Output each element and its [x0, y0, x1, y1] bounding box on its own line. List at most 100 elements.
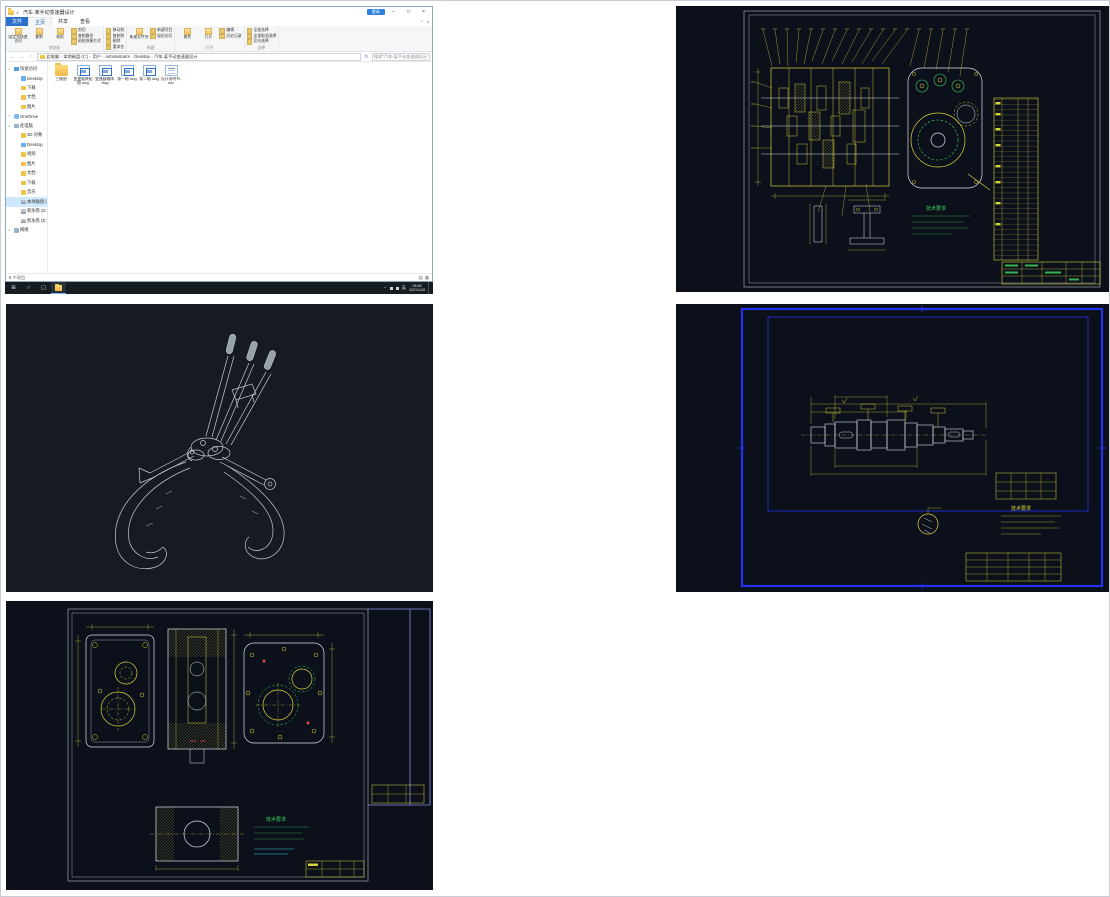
- up-button[interactable]: ↑: [27, 54, 35, 60]
- refresh-icon[interactable]: ↻: [363, 54, 371, 60]
- thumbnails-view-icon[interactable]: ▦: [425, 275, 429, 281]
- desktop-icon: [21, 143, 26, 148]
- search-box: [372, 53, 430, 61]
- close-button[interactable]: ×: [417, 9, 430, 15]
- file-item[interactable]: 三维图: [51, 65, 72, 86]
- sidebar-item[interactable]: Desktop: [6, 74, 47, 84]
- ribbon-tab[interactable]: 查看: [74, 17, 96, 26]
- breadcrumb-segment[interactable]: Desktop: [134, 54, 149, 59]
- sidebar-item[interactable]: 下载: [6, 83, 47, 93]
- ribbon-button[interactable]: 粘贴快捷方式: [71, 39, 101, 45]
- forward-button[interactable]: →: [18, 54, 26, 60]
- ribbon-button[interactable]: 新建文件夹: [129, 27, 149, 45]
- file-item[interactable]: 设计说明书.doc: [161, 65, 182, 86]
- ribbon-button-icon: [15, 28, 22, 35]
- back-button[interactable]: ←: [8, 54, 16, 60]
- file-item[interactable]: 第一轴.dwg: [117, 65, 138, 86]
- ribbon-button[interactable]: 打开: [198, 27, 218, 45]
- breadcrumb-separator-icon: ›: [132, 54, 133, 59]
- sidebar-item[interactable]: 新加卷 (E:): [6, 216, 47, 226]
- sidebar-item[interactable]: Desktop: [6, 140, 47, 150]
- details-view-icon[interactable]: ▤: [418, 275, 422, 281]
- technical-notes: 技术要求: [1001, 505, 1061, 534]
- maximize-button[interactable]: □: [402, 9, 415, 15]
- sidebar-item[interactable]: 图片: [6, 102, 47, 112]
- assembly-drawing: 技术要求: [676, 6, 1109, 292]
- ribbon-button[interactable]: 固定到快速访问: [8, 27, 28, 45]
- sidebar-item[interactable]: 视频: [6, 150, 47, 160]
- sidebar-item[interactable]: ∨快速访问: [6, 64, 47, 74]
- start-button[interactable]: ⊞: [6, 282, 21, 294]
- star-icon: [14, 67, 19, 72]
- navigation-pane: ∨快速访问Desktop下载文档图片∨OneDrive∨此电脑3D 对象Desk…: [6, 62, 48, 273]
- gdt-frames: [826, 396, 945, 427]
- expander-icon: ∨: [8, 124, 12, 128]
- search-input[interactable]: [374, 54, 428, 59]
- sidebar-item[interactable]: 下载: [6, 178, 47, 188]
- ribbon-group-label: 打开: [177, 45, 241, 51]
- ribbon-group-label: 新建: [129, 45, 172, 51]
- ribbon-button[interactable]: 属性: [177, 27, 197, 45]
- ribbon-group: 新建文件夹新建项目轻松访问新建: [127, 26, 175, 51]
- sidebar-item[interactable]: ∨OneDrive: [6, 112, 47, 122]
- sidebar-item[interactable]: 3D 对象: [6, 131, 47, 141]
- network-icon[interactable]: [390, 287, 393, 290]
- taskbar-clock[interactable]: 08:48 2021/1/28: [409, 284, 425, 293]
- task-view-icon[interactable]: ▢: [36, 282, 51, 294]
- view-side: [244, 632, 335, 743]
- sidebar-item[interactable]: ∨此电脑: [6, 121, 47, 131]
- technical-notes-title: 技术要求: [926, 205, 946, 212]
- title-block: [966, 553, 1061, 581]
- tray-expand-icon[interactable]: ⌃: [383, 286, 386, 291]
- file-item[interactable]: 第二轴.dwg: [139, 65, 160, 86]
- sidebar-item[interactable]: 本地磁盘 (C:): [6, 197, 47, 207]
- ribbon-button[interactable]: 粘贴: [50, 27, 70, 45]
- file-list-pane[interactable]: 三维图变速器装配图.dwg变速器箱体.dwg第一轴.dwg第二轴.dwg设计说明…: [48, 62, 432, 273]
- address-bar[interactable]: 此电脑›本地磁盘 (C:)›用户›Administrator›Desktop›汽…: [37, 53, 362, 61]
- file-explorer-window: ∨ 汽车-某手动变速器设计 登录 – □ × 文件 主页共享查看 ⌃ ? 固定到…: [5, 6, 433, 282]
- sidebar-item[interactable]: ∨网络: [6, 226, 47, 236]
- title-bar[interactable]: ∨ 汽车-某手动变速器设计 登录 – □ ×: [6, 7, 432, 17]
- notification-center-edge[interactable]: [428, 282, 431, 294]
- breadcrumb-segment[interactable]: 汽车-某手动变速器设计: [154, 54, 197, 60]
- wireframe-panel: [6, 304, 433, 592]
- ribbon-button[interactable]: 复制: [29, 27, 49, 45]
- ribbon-tab[interactable]: 共享: [52, 17, 74, 26]
- sidebar-item[interactable]: 文档: [6, 93, 47, 103]
- ribbon-button[interactable]: 历史记录: [219, 34, 241, 40]
- ribbon-button[interactable]: 反向选择: [247, 39, 277, 45]
- sidebar-item[interactable]: 文档: [6, 169, 47, 179]
- breadcrumb-segment[interactable]: 本地磁盘 (C:): [63, 54, 88, 60]
- search-taskbar-icon[interactable]: ○: [21, 282, 36, 294]
- volume-icon[interactable]: [396, 287, 399, 290]
- titlebar-badge[interactable]: 登录: [367, 9, 385, 15]
- quick-access-toolbar-icon[interactable]: ∨: [16, 10, 19, 15]
- sidebar-item[interactable]: 新加卷 (D:): [6, 207, 47, 217]
- breadcrumb-segment[interactable]: 用户: [93, 54, 101, 60]
- file-explorer-taskbar-icon[interactable]: [51, 282, 66, 294]
- document-icon: [21, 95, 26, 100]
- ribbon-button[interactable]: 轻松访问: [150, 34, 172, 40]
- file-item[interactable]: 变速器箱体.dwg: [95, 65, 116, 86]
- breadcrumb-separator-icon: ›: [61, 54, 62, 59]
- minimize-button[interactable]: –: [387, 9, 400, 15]
- sidebar-item[interactable]: 音乐: [6, 188, 47, 198]
- disk-icon: [21, 219, 26, 224]
- cad-housing-panel: 技术要求: [6, 601, 433, 890]
- sidebar-item[interactable]: 图片: [6, 159, 47, 169]
- file-item[interactable]: 变速器装配图.dwg: [73, 65, 94, 86]
- pictures-icon: [21, 162, 26, 167]
- cad-shaft-panel: 技术要求: [676, 304, 1109, 592]
- end-view: [908, 68, 990, 190]
- disk-icon: [21, 200, 26, 205]
- breadcrumb-segment[interactable]: Administrator: [105, 54, 130, 59]
- tab-file[interactable]: 文件: [6, 17, 28, 26]
- view-bottom: [150, 807, 244, 871]
- breadcrumb-separator-icon: ›: [151, 54, 152, 59]
- sheet-frame: [738, 306, 1106, 589]
- ime-indicator[interactable]: 英: [402, 285, 406, 291]
- ribbon-tab[interactable]: 主页: [28, 17, 52, 26]
- breadcrumb-segment[interactable]: 此电脑: [47, 54, 60, 60]
- mini-table: [372, 785, 424, 803]
- network-icon: [14, 228, 19, 233]
